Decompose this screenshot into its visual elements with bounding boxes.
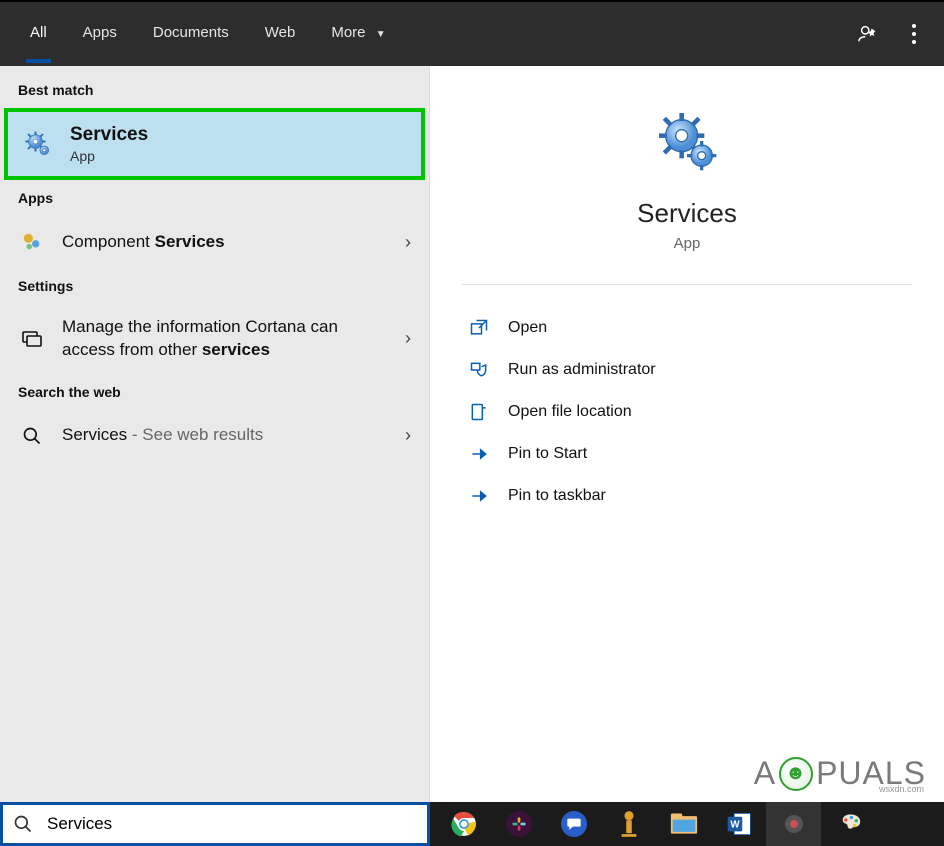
- apps-header: Apps: [0, 180, 429, 216]
- action-pin-start[interactable]: Pin to Start: [462, 433, 912, 475]
- gear-icon-large: [652, 106, 722, 176]
- text-term: Services: [62, 425, 127, 444]
- search-icon: [13, 814, 33, 834]
- watermark-tiny: wsxdn.com: [879, 784, 924, 794]
- result-component-services[interactable]: Component Services ›: [0, 216, 429, 268]
- action-open-location[interactable]: Open file location: [462, 391, 912, 433]
- shield-icon: [468, 359, 490, 381]
- watermark-avatar-icon: ☻: [779, 757, 813, 791]
- chevron-right-icon: ›: [405, 425, 411, 446]
- tab-more-label: More: [331, 24, 365, 41]
- taskbar-word[interactable]: W: [711, 802, 766, 846]
- chevron-right-icon: ›: [405, 328, 411, 349]
- taskbar-file-explorer[interactable]: [656, 802, 711, 846]
- result-web-search[interactable]: Services - See web results ›: [0, 410, 429, 462]
- action-label: Open file location: [508, 403, 632, 421]
- tab-apps[interactable]: Apps: [65, 1, 135, 67]
- chevron-down-icon: ▼: [376, 29, 386, 40]
- folder-icon: [468, 401, 490, 423]
- chevron-right-icon: ›: [405, 232, 411, 253]
- search-input[interactable]: [47, 814, 417, 834]
- action-label: Pin to Start: [508, 445, 587, 463]
- taskbar: W: [430, 802, 944, 846]
- result-label: Component Services: [62, 231, 389, 254]
- text-line2b: services: [202, 340, 270, 359]
- text-line1: Manage the information Cortana can: [62, 317, 338, 336]
- feedback-icon[interactable]: [854, 20, 882, 48]
- more-options-icon[interactable]: [900, 20, 928, 48]
- taskbar-slack[interactable]: [491, 802, 546, 846]
- action-pin-taskbar[interactable]: Pin to taskbar: [462, 475, 912, 517]
- watermark: A ☻ PUALS wsxdn.com: [754, 755, 926, 792]
- action-label: Pin to taskbar: [508, 487, 606, 505]
- text-bold: Services: [155, 232, 225, 251]
- tab-more[interactable]: More ▼: [313, 1, 403, 67]
- preview-panel: Services App Open Run as administrator: [430, 66, 944, 802]
- action-label: Run as administrator: [508, 361, 656, 379]
- search-filter-bar: All Apps Documents Web More ▼: [0, 0, 944, 66]
- watermark-pre: A: [754, 755, 776, 792]
- gear-icon: [22, 128, 54, 160]
- best-match-result[interactable]: Services App: [4, 108, 425, 180]
- pin-icon: [468, 443, 490, 465]
- text-line2a: access from other: [62, 340, 202, 359]
- best-match-title: Services: [70, 124, 148, 146]
- preview-subtitle: App: [674, 235, 701, 252]
- open-icon: [468, 317, 490, 339]
- text-prefix: Component: [62, 232, 155, 251]
- action-label: Open: [508, 319, 547, 337]
- taskbar-paint[interactable]: [821, 802, 876, 846]
- results-panel: Best match Services App Apps: [0, 66, 430, 802]
- result-cortana-services[interactable]: Manage the information Cortana can acces…: [0, 304, 429, 374]
- divider: [462, 284, 912, 285]
- settings-header: Settings: [0, 268, 429, 304]
- best-match-subtitle: App: [70, 148, 148, 164]
- result-label: Manage the information Cortana can acces…: [62, 316, 389, 362]
- search-web-header: Search the web: [0, 374, 429, 410]
- svg-text:W: W: [730, 819, 740, 830]
- text-trail: - See web results: [127, 425, 263, 444]
- tab-documents[interactable]: Documents: [135, 1, 247, 67]
- pin-icon: [468, 485, 490, 507]
- taskbar-search-box[interactable]: [0, 802, 430, 846]
- taskbar-messaging[interactable]: [546, 802, 601, 846]
- tab-web[interactable]: Web: [247, 1, 314, 67]
- tab-all[interactable]: All: [12, 1, 65, 67]
- best-match-header: Best match: [0, 72, 429, 108]
- search-icon: [18, 422, 46, 450]
- action-open[interactable]: Open: [462, 307, 912, 349]
- component-services-icon: [18, 228, 46, 256]
- taskbar-chrome[interactable]: [436, 802, 491, 846]
- preview-title: Services: [637, 198, 737, 229]
- taskbar-app-person[interactable]: [601, 802, 656, 846]
- result-label: Services - See web results: [62, 424, 389, 447]
- action-run-admin[interactable]: Run as administrator: [462, 349, 912, 391]
- taskbar-app-generic[interactable]: [766, 802, 821, 846]
- cortana-settings-icon: [18, 325, 46, 353]
